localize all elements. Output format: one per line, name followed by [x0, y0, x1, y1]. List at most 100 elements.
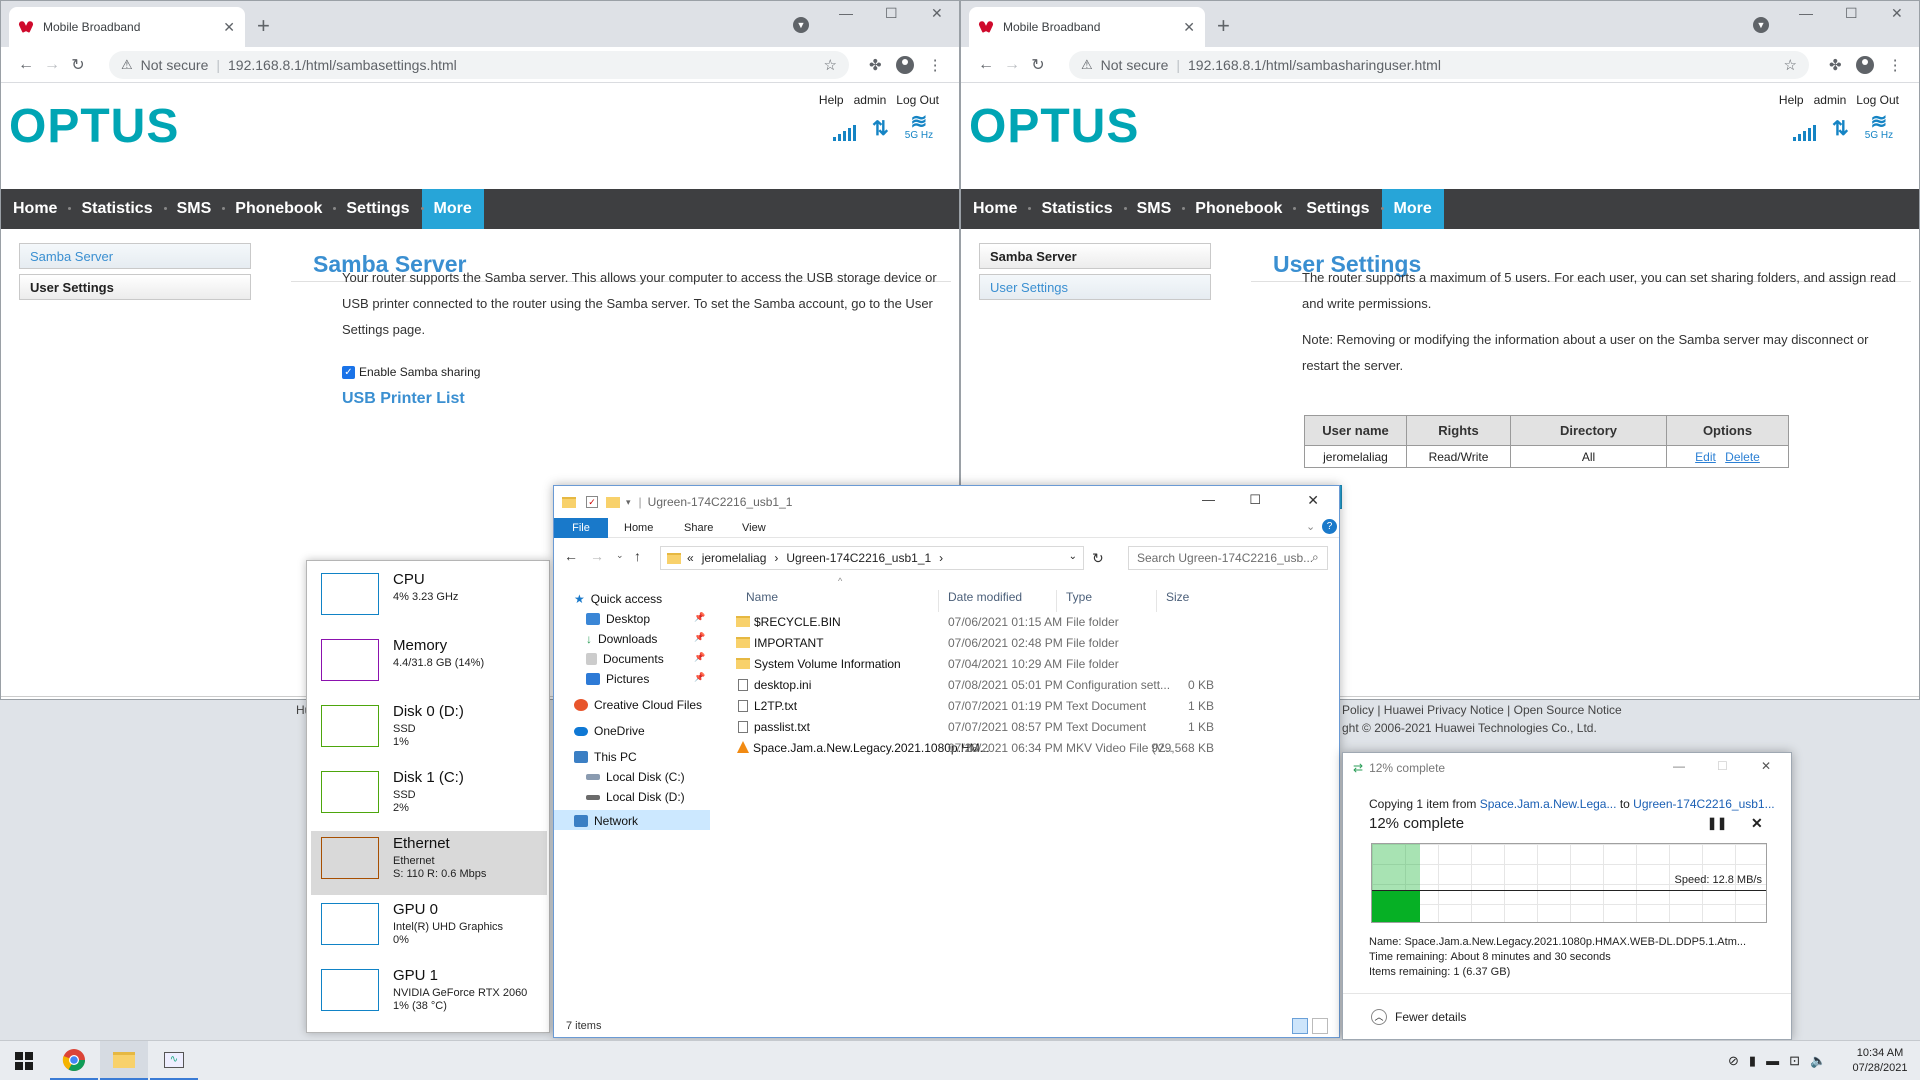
task-manager-taskbar-button[interactable]: ∿	[150, 1041, 198, 1080]
help-link[interactable]: Help	[1779, 93, 1804, 107]
start-button[interactable]	[0, 1041, 48, 1080]
col-date-modified[interactable]: Date modified	[948, 590, 1022, 604]
minimize-button[interactable]: —	[839, 5, 853, 21]
destination-link[interactable]: Ugreen-174C2216_usb1...	[1633, 797, 1774, 811]
minimize-button[interactable]: —	[1202, 492, 1215, 507]
profile-icon[interactable]	[895, 56, 914, 74]
logout-link[interactable]: Log Out	[1856, 93, 1899, 107]
maximize-button[interactable]: ☐	[1249, 492, 1261, 508]
fewer-details-toggle[interactable]: ︿ Fewer details	[1371, 1009, 1466, 1025]
path-separator-2[interactable]: ›	[939, 551, 943, 565]
nav-more[interactable]: More	[420, 189, 484, 229]
perf-item-disk-0-d[interactable]: Disk 0 (D:) SSD 1%	[311, 699, 547, 763]
tab-file[interactable]: File	[554, 518, 608, 538]
address-bar[interactable]: ⚠ Not secure | 192.168.8.1/html/sambaset…	[109, 51, 849, 79]
close-tab-icon[interactable]: ✕	[223, 19, 235, 36]
browser-tab[interactable]: Mobile Broadband ✕	[969, 7, 1205, 47]
nav-statistics[interactable]: Statistics	[68, 189, 164, 229]
sync-icon[interactable]: ⊘	[1728, 1053, 1739, 1069]
reload-button[interactable]: ↻	[65, 55, 91, 75]
nav-home[interactable]: Home	[961, 189, 1029, 229]
bookmark-star-icon[interactable]: ☆	[824, 56, 837, 74]
enable-samba-checkbox[interactable]: ✓	[342, 365, 355, 379]
admin-link[interactable]: admin	[854, 93, 887, 107]
nav-documents[interactable]: Documents	[586, 652, 664, 666]
close-button[interactable]: ✕	[1761, 759, 1771, 773]
file-row[interactable]: Space.Jam.a.New.Legacy.2021.1080p.HM... 0…	[730, 738, 1330, 759]
nav-quick-access[interactable]: ★ Quick access	[574, 592, 662, 606]
refresh-button[interactable]: ↻	[1092, 550, 1104, 567]
path-dropdown-icon[interactable]: ⌄	[1069, 551, 1077, 562]
volume-icon[interactable]: 🔈	[1810, 1053, 1826, 1069]
close-window-button[interactable]: ✕	[1891, 5, 1903, 22]
quick-access-dropdown-icon[interactable]: ▾	[626, 497, 631, 508]
nav-statistics[interactable]: Statistics	[1028, 189, 1124, 229]
perf-item-gpu-0[interactable]: GPU 0 Intel(R) UHD Graphics 0%	[311, 897, 547, 961]
details-view-button[interactable]	[1292, 1018, 1308, 1034]
tab-view[interactable]: View	[742, 522, 766, 534]
tab-search-icon[interactable]: ▼	[1753, 17, 1769, 33]
path-ugreen[interactable]: Ugreen-174C2216_usb1_1	[786, 551, 931, 565]
nav-more[interactable]: More	[1380, 189, 1444, 229]
menu-icon[interactable]: ⋮	[1888, 56, 1903, 74]
perf-item-gpu-1[interactable]: GPU 1 NVIDIA GeForce RTX 2060 1% (38 °C)	[311, 963, 547, 1027]
nav-sms[interactable]: SMS	[163, 189, 224, 229]
help-link[interactable]: Help	[819, 93, 844, 107]
close-window-button[interactable]: ✕	[931, 5, 943, 22]
network-icon[interactable]: ⊡	[1789, 1053, 1800, 1069]
new-tab-button[interactable]: +	[257, 13, 270, 39]
nav-sms[interactable]: SMS	[1123, 189, 1184, 229]
close-button[interactable]: ✕	[1307, 492, 1319, 509]
nav-onedrive[interactable]: OneDrive	[574, 724, 645, 738]
nav-this-pc[interactable]: This PC	[574, 750, 637, 764]
browser-tab[interactable]: Mobile Broadband ✕	[9, 7, 245, 47]
maximize-button[interactable]: ☐	[1845, 5, 1858, 22]
nav-settings[interactable]: Settings	[1293, 189, 1381, 229]
perf-item-cpu[interactable]: CPU 4% 3.23 GHz	[311, 567, 547, 631]
perf-item-ethernet[interactable]: Ethernet Ethernet S: 110 R: 0.6 Mbps	[311, 831, 547, 895]
forward-button[interactable]: →	[39, 56, 65, 74]
explorer-taskbar-button[interactable]	[100, 1041, 148, 1080]
nav-phonebook[interactable]: Phonebook	[1182, 189, 1294, 229]
forward-button[interactable]: →	[999, 56, 1025, 74]
tab-search-icon[interactable]: ▼	[793, 17, 809, 33]
back-button[interactable]: ←	[564, 548, 578, 564]
expand-ribbon-icon[interactable]: ⌄	[1306, 520, 1315, 533]
perf-item-disk-1-c[interactable]: Disk 1 (C:) SSD 2%	[311, 765, 547, 829]
nav-downloads[interactable]: ↓ Downloads	[586, 632, 657, 646]
address-bar[interactable]: ⚠ Not secure | 192.168.8.1/html/sambasha…	[1069, 51, 1809, 79]
tab-share[interactable]: Share	[684, 522, 713, 534]
bookmark-star-icon[interactable]: ☆	[1784, 56, 1797, 74]
extensions-icon[interactable]: ✤	[1829, 56, 1842, 74]
cancel-button[interactable]: ✕	[1751, 815, 1763, 832]
source-link[interactable]: Space.Jam.a.New.Lega...	[1480, 797, 1617, 811]
sidebar-item-samba-server[interactable]: Samba Server	[979, 243, 1211, 269]
search-input[interactable]: Search Ugreen-174C2216_usb...	[1128, 546, 1328, 570]
sidebar-item-user-settings[interactable]: User Settings	[979, 274, 1211, 300]
battery-icon[interactable]: ▮	[1749, 1053, 1756, 1069]
file-row[interactable]: System Volume Information 07/04/2021 10:2…	[730, 654, 1330, 675]
path-separator-1[interactable]: ›	[774, 551, 778, 565]
sidebar-item-samba-server[interactable]: Samba Server	[19, 243, 251, 269]
nav-local-disk-c[interactable]: Local Disk (C:)	[586, 770, 685, 784]
maximize-button[interactable]: ☐	[885, 5, 898, 22]
nav-phonebook[interactable]: Phonebook	[222, 189, 334, 229]
clock[interactable]: 10:34 AM 07/28/2021	[1850, 1046, 1910, 1076]
file-row[interactable]: IMPORTANT 07/06/2021 02:48 PM File folder	[730, 633, 1330, 654]
logout-link[interactable]: Log Out	[896, 93, 939, 107]
chrome-taskbar-button[interactable]	[50, 1041, 98, 1080]
file-row[interactable]: L2TP.txt 07/07/2021 01:19 PM Text Document…	[730, 696, 1330, 717]
col-type[interactable]: Type	[1066, 590, 1092, 604]
file-row[interactable]: $RECYCLE.BIN 07/06/2021 01:15 AM File fold…	[730, 612, 1330, 633]
menu-icon[interactable]: ⋮	[928, 56, 943, 74]
maximize-button[interactable]: ☐	[1717, 759, 1728, 773]
path-overflow[interactable]: «	[687, 551, 694, 565]
usb-icon[interactable]: ▬	[1766, 1053, 1779, 1069]
help-icon[interactable]: ?	[1322, 519, 1337, 534]
admin-link[interactable]: admin	[1814, 93, 1847, 107]
sidebar-item-user-settings[interactable]: User Settings	[19, 274, 251, 300]
nav-settings[interactable]: Settings	[333, 189, 421, 229]
delete-link[interactable]: Delete	[1725, 450, 1760, 464]
usb-printer-list-link[interactable]: USB Printer List	[342, 390, 465, 408]
pause-button[interactable]: ❚❚	[1707, 816, 1727, 830]
